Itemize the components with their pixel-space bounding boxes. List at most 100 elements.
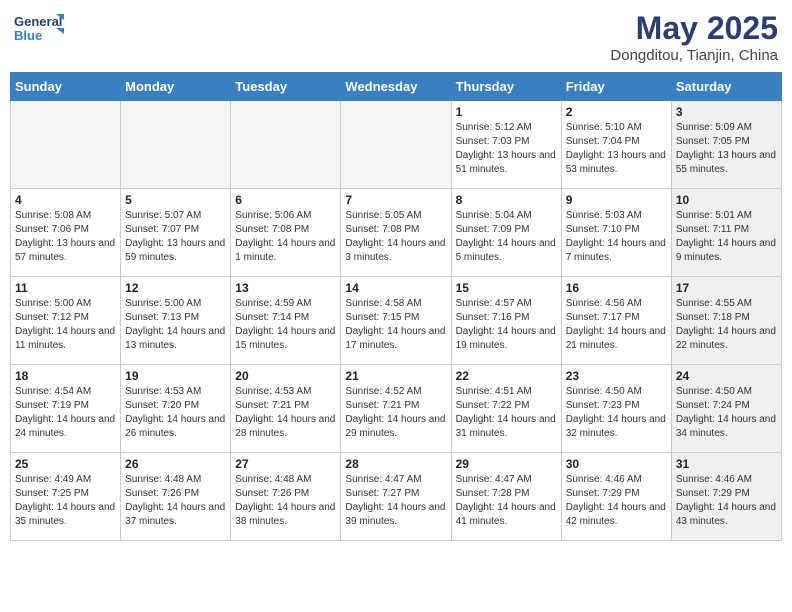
calendar-cell: 22Sunrise: 4:51 AMSunset: 7:22 PMDayligh… <box>451 365 561 453</box>
day-number: 17 <box>676 281 777 295</box>
calendar-cell: 4Sunrise: 5:08 AMSunset: 7:06 PMDaylight… <box>11 189 121 277</box>
cell-info: Sunrise: 4:47 AMSunset: 7:27 PMDaylight:… <box>345 473 446 529</box>
cell-info: Sunrise: 4:50 AMSunset: 7:24 PMDaylight:… <box>676 385 777 441</box>
cell-info: Sunrise: 5:00 AMSunset: 7:13 PMDaylight:… <box>125 297 226 353</box>
day-number: 3 <box>676 105 777 119</box>
logo: General Blue <box>14 10 64 54</box>
calendar-cell: 1 Sunrise: 5:12 AMSunset: 7:03 PMDaylight… <box>451 101 561 189</box>
cell-info: Sunrise: 5:06 AMSunset: 7:08 PMDaylight:… <box>235 209 336 265</box>
day-number: 9 <box>566 193 667 207</box>
calendar-cell: 11 Sunrise: 5:00 AMSunset: 7:12 PMDayligh… <box>11 277 121 365</box>
day-number: 21 <box>345 369 446 383</box>
weekday-header-sunday: Sunday <box>11 73 121 101</box>
month-title: May 2025 <box>610 10 778 47</box>
day-number: 6 <box>235 193 336 207</box>
day-number: 18 <box>15 369 116 383</box>
calendar-cell: 3Sunrise: 5:09 AMSunset: 7:05 PMDaylight… <box>671 101 781 189</box>
day-number: 13 <box>235 281 336 295</box>
cell-info: Sunrise: 4:48 AMSunset: 7:26 PMDaylight:… <box>235 473 336 529</box>
calendar-cell: 29 Sunrise: 4:47 AMSunset: 7:28 PMDayligh… <box>451 453 561 541</box>
day-number: 25 <box>15 457 116 471</box>
cell-info: Sunrise: 4:59 AMSunset: 7:14 PMDaylight:… <box>235 297 336 353</box>
cell-info: Sunrise: 4:46 AMSunset: 7:29 PMDaylight:… <box>676 473 777 529</box>
cell-info: Sunrise: 4:53 AMSunset: 7:20 PMDaylight:… <box>125 385 226 441</box>
day-number: 8 <box>456 193 557 207</box>
cell-info: Sunrise: 5:12 AMSunset: 7:03 PMDaylight:… <box>456 121 557 177</box>
cell-info: Sunrise: 5:03 AMSunset: 7:10 PMDaylight:… <box>566 209 667 265</box>
day-number: 23 <box>566 369 667 383</box>
day-number: 15 <box>456 281 557 295</box>
day-number: 24 <box>676 369 777 383</box>
day-number: 1 <box>456 105 557 119</box>
calendar-cell: 12 Sunrise: 5:00 AMSunset: 7:13 PMDayligh… <box>121 277 231 365</box>
calendar-cell: 30 Sunrise: 4:46 AMSunset: 7:29 PMDayligh… <box>561 453 671 541</box>
cell-info: Sunrise: 4:46 AMSunset: 7:29 PMDaylight:… <box>566 473 667 529</box>
calendar-table: SundayMondayTuesdayWednesdayThursdayFrid… <box>10 72 782 541</box>
cell-info: Sunrise: 5:04 AMSunset: 7:09 PMDaylight:… <box>456 209 557 265</box>
day-number: 29 <box>456 457 557 471</box>
cell-info: Sunrise: 4:47 AMSunset: 7:28 PMDaylight:… <box>456 473 557 529</box>
day-number: 7 <box>345 193 446 207</box>
cell-info: Sunrise: 4:54 AMSunset: 7:19 PMDaylight:… <box>15 385 116 441</box>
cell-info: Sunrise: 4:55 AMSunset: 7:18 PMDaylight:… <box>676 297 777 353</box>
day-number: 20 <box>235 369 336 383</box>
day-number: 11 <box>15 281 116 295</box>
calendar-cell: 15 Sunrise: 4:57 AMSunset: 7:16 PMDayligh… <box>451 277 561 365</box>
cell-info: Sunrise: 5:01 AMSunset: 7:11 PMDaylight:… <box>676 209 777 265</box>
day-number: 28 <box>345 457 446 471</box>
calendar-cell: 5 Sunrise: 5:07 AMSunset: 7:07 PMDaylight… <box>121 189 231 277</box>
calendar-cell: 13 Sunrise: 4:59 AMSunset: 7:14 PMDayligh… <box>231 277 341 365</box>
weekday-header-tuesday: Tuesday <box>231 73 341 101</box>
day-number: 10 <box>676 193 777 207</box>
calendar-cell: 19 Sunrise: 4:53 AMSunset: 7:20 PMDayligh… <box>121 365 231 453</box>
calendar-cell: 7Sunrise: 5:05 AMSunset: 7:08 PMDaylight… <box>341 189 451 277</box>
calendar-cell: 16 Sunrise: 4:56 AMSunset: 7:17 PMDayligh… <box>561 277 671 365</box>
calendar-cell: 27 Sunrise: 4:48 AMSunset: 7:26 PMDayligh… <box>231 453 341 541</box>
calendar-cell: 6 Sunrise: 5:06 AMSunset: 7:08 PMDaylight… <box>231 189 341 277</box>
calendar-cell: 18 Sunrise: 4:54 AMSunset: 7:19 PMDayligh… <box>11 365 121 453</box>
calendar-cell: 20Sunrise: 4:53 AMSunset: 7:21 PMDayligh… <box>231 365 341 453</box>
cell-info: Sunrise: 4:48 AMSunset: 7:26 PMDaylight:… <box>125 473 226 529</box>
weekday-header-friday: Friday <box>561 73 671 101</box>
day-number: 5 <box>125 193 226 207</box>
svg-text:General: General <box>14 14 62 29</box>
day-number: 30 <box>566 457 667 471</box>
cell-info: Sunrise: 4:56 AMSunset: 7:17 PMDaylight:… <box>566 297 667 353</box>
day-number: 19 <box>125 369 226 383</box>
calendar-cell: 21Sunrise: 4:52 AMSunset: 7:21 PMDayligh… <box>341 365 451 453</box>
calendar-cell: 17 Sunrise: 4:55 AMSunset: 7:18 PMDayligh… <box>671 277 781 365</box>
calendar-cell: 31 Sunrise: 4:46 AMSunset: 7:29 PMDayligh… <box>671 453 781 541</box>
day-number: 14 <box>345 281 446 295</box>
cell-info: Sunrise: 5:07 AMSunset: 7:07 PMDaylight:… <box>125 209 226 265</box>
cell-info: Sunrise: 4:50 AMSunset: 7:23 PMDaylight:… <box>566 385 667 441</box>
svg-text:Blue: Blue <box>14 28 42 43</box>
calendar-cell <box>121 101 231 189</box>
calendar-cell: 28 Sunrise: 4:47 AMSunset: 7:27 PMDayligh… <box>341 453 451 541</box>
day-number: 31 <box>676 457 777 471</box>
calendar-cell: 10 Sunrise: 5:01 AMSunset: 7:11 PMDayligh… <box>671 189 781 277</box>
day-number: 26 <box>125 457 226 471</box>
calendar-cell: 23 Sunrise: 4:50 AMSunset: 7:23 PMDayligh… <box>561 365 671 453</box>
location-title: Dongditou, Tianjin, China <box>610 47 778 64</box>
calendar-cell <box>11 101 121 189</box>
cell-info: Sunrise: 4:51 AMSunset: 7:22 PMDaylight:… <box>456 385 557 441</box>
calendar-cell: 26 Sunrise: 4:48 AMSunset: 7:26 PMDayligh… <box>121 453 231 541</box>
calendar-cell <box>341 101 451 189</box>
calendar-cell: 8 Sunrise: 5:04 AMSunset: 7:09 PMDaylight… <box>451 189 561 277</box>
cell-info: Sunrise: 4:49 AMSunset: 7:25 PMDaylight:… <box>15 473 116 529</box>
day-number: 12 <box>125 281 226 295</box>
cell-info: Sunrise: 4:58 AMSunset: 7:15 PMDaylight:… <box>345 297 446 353</box>
day-number: 16 <box>566 281 667 295</box>
title-block: May 2025 Dongditou, Tianjin, China <box>610 10 778 64</box>
page-header: General Blue May 2025 Dongditou, Tianjin… <box>10 10 782 64</box>
day-number: 27 <box>235 457 336 471</box>
calendar-cell: 14 Sunrise: 4:58 AMSunset: 7:15 PMDayligh… <box>341 277 451 365</box>
cell-info: Sunrise: 5:00 AMSunset: 7:12 PMDaylight:… <box>15 297 116 353</box>
day-number: 2 <box>566 105 667 119</box>
weekday-header-saturday: Saturday <box>671 73 781 101</box>
logo-svg: General Blue <box>14 10 64 54</box>
calendar-cell: 2Sunrise: 5:10 AMSunset: 7:04 PMDaylight… <box>561 101 671 189</box>
cell-info: Sunrise: 4:57 AMSunset: 7:16 PMDaylight:… <box>456 297 557 353</box>
weekday-header-thursday: Thursday <box>451 73 561 101</box>
cell-info: Sunrise: 5:08 AMSunset: 7:06 PMDaylight:… <box>15 209 116 265</box>
